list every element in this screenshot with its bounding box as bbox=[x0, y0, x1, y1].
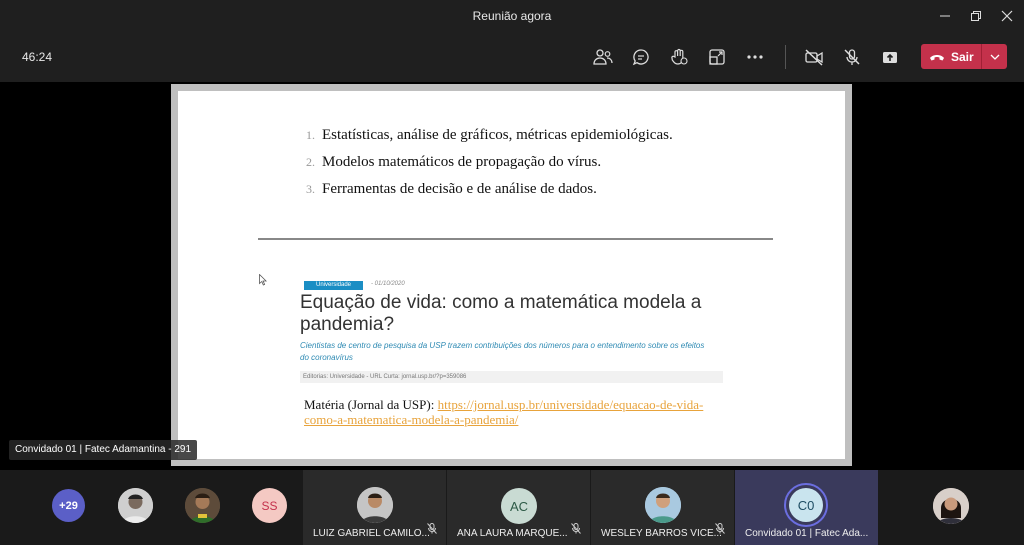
user-photo-icon bbox=[185, 488, 220, 523]
reactions-button[interactable] bbox=[665, 44, 693, 70]
mic-off-icon bbox=[844, 49, 860, 65]
meeting-toolbar: 46:24 bbox=[0, 32, 1024, 82]
mic-off-icon bbox=[715, 521, 725, 539]
avatar bbox=[645, 487, 681, 523]
presenter-name-badge: Convidado 01 | Fatec Adamantina - 291 bbox=[9, 440, 198, 460]
mic-off-icon bbox=[571, 521, 581, 539]
share-tray-button[interactable] bbox=[876, 44, 904, 70]
topic-list: 1. Estatísticas, análise de gráficos, mét… bbox=[306, 127, 673, 208]
people-icon bbox=[593, 49, 613, 65]
article-headline: Equação de vida: como a matemática model… bbox=[300, 292, 702, 335]
leave-main[interactable]: Sair bbox=[921, 44, 981, 69]
share-icon bbox=[883, 52, 897, 63]
restore-icon bbox=[971, 11, 981, 21]
mic-off-icon bbox=[427, 521, 437, 539]
camera-toggle-button[interactable] bbox=[800, 44, 828, 70]
avatar: AC bbox=[501, 488, 537, 524]
avatar bbox=[357, 487, 393, 523]
minimize-icon bbox=[940, 15, 950, 17]
reference-label: Matéria (Jornal da USP): bbox=[304, 397, 438, 412]
overflow-participants-button[interactable]: +29 bbox=[52, 489, 85, 522]
title-bar: Reunião agora bbox=[0, 0, 1024, 32]
chat-icon bbox=[632, 49, 649, 66]
article-reference: Matéria (Jornal da USP): https://jornal.… bbox=[304, 397, 724, 427]
more-actions-button[interactable] bbox=[741, 44, 769, 70]
avatar: C0 bbox=[789, 488, 823, 522]
close-icon bbox=[1001, 10, 1013, 22]
user-photo-icon bbox=[933, 488, 969, 524]
teams-meeting-window: Reunião agora 46:24 Sair 1. Estatísticas… bbox=[0, 0, 1024, 545]
breakout-rooms-button[interactable] bbox=[703, 44, 731, 70]
leave-label: Sair bbox=[951, 49, 974, 64]
avatar[interactable] bbox=[118, 488, 153, 523]
toolbar-divider bbox=[785, 45, 786, 69]
participant-name: Convidado 01 | Fatec Ada... bbox=[745, 528, 869, 539]
list-item: 3. Ferramentas de decisão e de análise de… bbox=[306, 181, 597, 197]
article-clipping: Universidade - 01/10/2020 Equação de vid… bbox=[300, 278, 723, 388]
article-subtitle: Cientistas de centro de pesquisa da USP … bbox=[300, 341, 705, 362]
list-item: 1. Estatísticas, análise de gráficos, mét… bbox=[306, 127, 673, 143]
chat-button[interactable] bbox=[627, 44, 655, 70]
user-photo-icon bbox=[118, 488, 153, 523]
chevron-down-icon bbox=[990, 54, 999, 60]
participant-tile[interactable]: AC ANA LAURA MARQUE... bbox=[447, 470, 590, 545]
article-meta: Editorias: Universidade - URL Curta: jor… bbox=[300, 371, 723, 383]
participant-tile[interactable]: LUIZ GABRIEL CAMILO... bbox=[303, 470, 446, 545]
avatar[interactable] bbox=[933, 488, 969, 524]
minimize-button[interactable] bbox=[928, 0, 962, 32]
avatar[interactable] bbox=[185, 488, 220, 523]
restore-button[interactable] bbox=[959, 0, 993, 32]
window-title: Reunião agora bbox=[472, 9, 552, 23]
close-button[interactable] bbox=[990, 0, 1024, 32]
mic-toggle-button[interactable] bbox=[838, 44, 866, 70]
speaking-ring: C0 bbox=[784, 483, 828, 527]
shared-slide: 1. Estatísticas, análise de gráficos, mét… bbox=[178, 91, 845, 459]
avatar[interactable]: SS bbox=[252, 488, 287, 523]
user-photo-icon bbox=[645, 487, 681, 523]
reaction-icon bbox=[671, 48, 688, 65]
participants-button[interactable] bbox=[589, 44, 617, 70]
participant-name: WESLEY BARROS VICE... bbox=[601, 528, 722, 539]
more-icon bbox=[747, 55, 763, 59]
list-item: 2. Modelos matemáticos de propagação do v… bbox=[306, 154, 602, 170]
article-date: - 01/10/2020 bbox=[371, 281, 405, 287]
meeting-timer: 46:24 bbox=[22, 50, 53, 64]
participant-tile-speaking[interactable]: C0 Convidado 01 | Fatec Ada... bbox=[735, 470, 878, 545]
leave-button[interactable]: Sair bbox=[921, 44, 1007, 69]
category-tag: Universidade bbox=[304, 281, 363, 290]
mouse-cursor-icon bbox=[259, 273, 268, 291]
breakout-rooms-icon bbox=[709, 49, 725, 65]
slide-divider bbox=[258, 238, 773, 240]
leave-options-button[interactable] bbox=[982, 44, 1007, 69]
participant-name: LUIZ GABRIEL CAMILO... bbox=[313, 528, 430, 539]
user-photo-icon bbox=[357, 487, 393, 523]
camera-off-icon bbox=[805, 49, 823, 66]
participant-tile[interactable]: WESLEY BARROS VICE... bbox=[591, 470, 734, 545]
participant-name: ANA LAURA MARQUE... bbox=[457, 528, 568, 539]
phone-hangup-icon bbox=[930, 54, 944, 60]
